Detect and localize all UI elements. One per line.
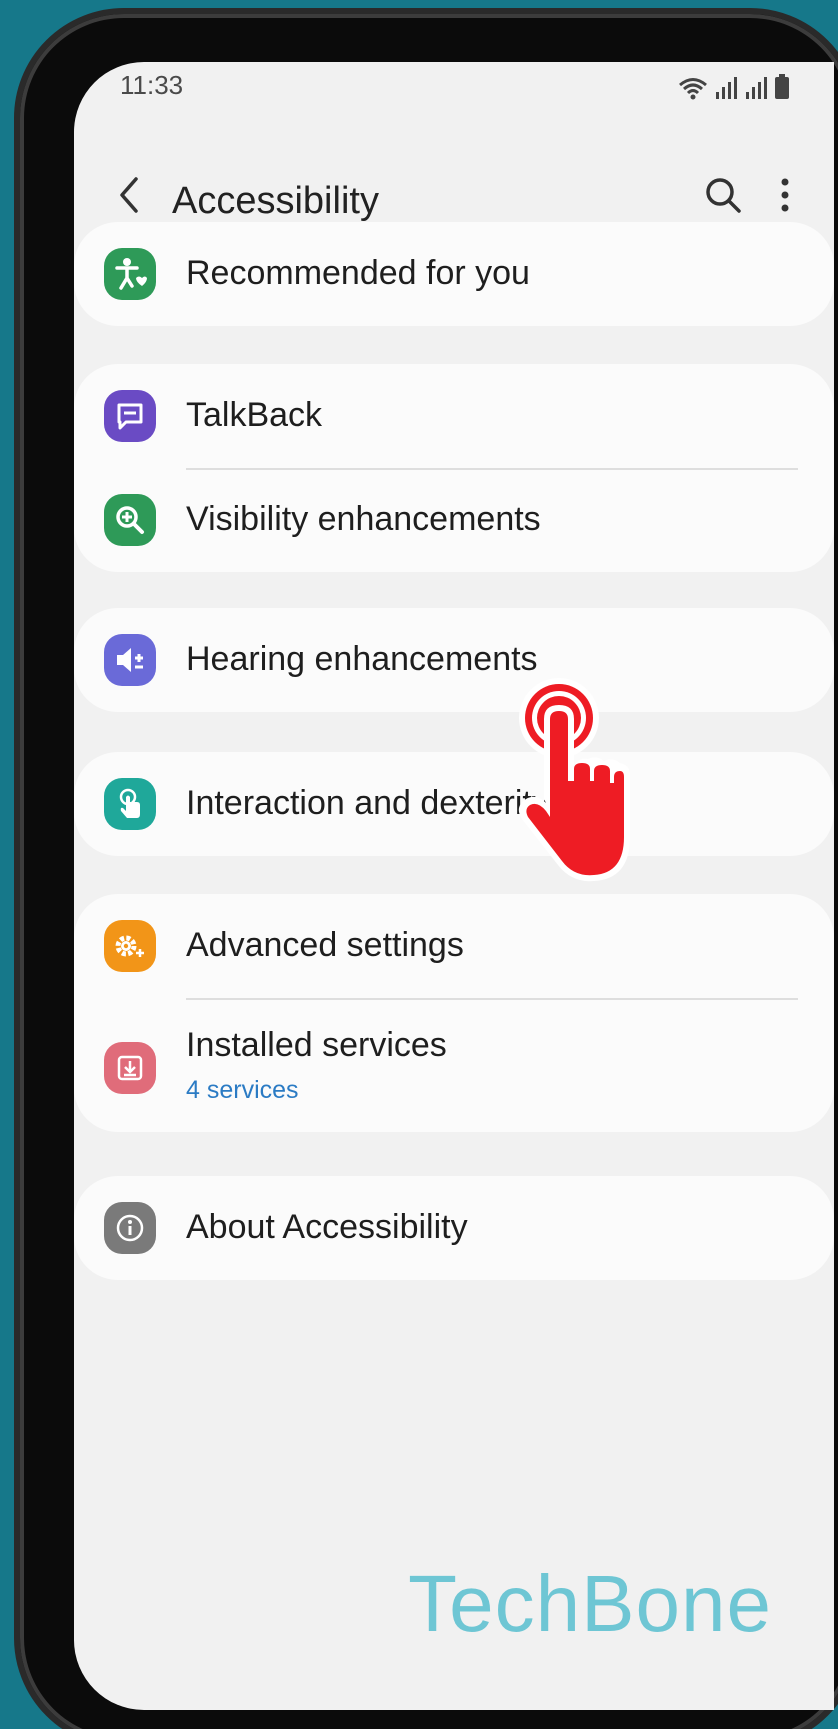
- accessibility-person-icon: [104, 248, 156, 300]
- chevron-left-icon: [120, 177, 138, 213]
- more-vertical-icon: [781, 178, 789, 212]
- card-hearing: Hearing enhancements: [74, 608, 834, 712]
- page-title: Accessibility: [172, 180, 379, 222]
- back-button[interactable]: [104, 170, 154, 220]
- list-item-hearing-enhancements[interactable]: Hearing enhancements: [74, 608, 834, 712]
- battery-icon: [775, 74, 789, 99]
- list-item-label: Recommended for you: [186, 254, 530, 292]
- watermark-text: TechBone: [408, 1559, 772, 1648]
- list-item-label: Visibility enhancements: [186, 500, 541, 538]
- list-item-about-accessibility[interactable]: About Accessibility: [74, 1176, 834, 1280]
- download-box-icon: [104, 1042, 156, 1094]
- status-bar: 11:33: [74, 62, 834, 114]
- list-item-installed-services[interactable]: Installed services 4 services: [74, 998, 834, 1132]
- wifi-icon: [679, 78, 707, 100]
- card-interaction: Interaction and dexterity: [74, 752, 834, 856]
- list-item-label: Installed services: [186, 1026, 447, 1064]
- more-options-button[interactable]: [760, 170, 810, 220]
- list-item-recommended-for-you[interactable]: Recommended for you: [74, 222, 834, 326]
- card-recommended: Recommended for you: [74, 222, 834, 326]
- status-time: 11:33: [120, 70, 184, 100]
- card-about: About Accessibility: [74, 1176, 834, 1280]
- list-item-sublabel: 4 services: [186, 1076, 299, 1104]
- phone-frame: 11:33 Accessibility Recommended for you …: [14, 8, 838, 1729]
- list-item-label: Interaction and dexterity: [186, 784, 549, 822]
- search-button[interactable]: [698, 170, 748, 220]
- list-item-label: Hearing enhancements: [186, 640, 538, 678]
- speaker-plus-icon: [104, 634, 156, 686]
- list-item-label: About Accessibility: [186, 1208, 468, 1246]
- list-item-advanced-settings[interactable]: Advanced settings: [74, 894, 834, 998]
- search-icon: [706, 178, 741, 213]
- talkback-bubble-icon: [104, 390, 156, 442]
- list-item-interaction-and-dexterity[interactable]: Interaction and dexterity: [74, 752, 834, 856]
- magnifier-plus-icon: [104, 494, 156, 546]
- list-item-label: Advanced settings: [186, 926, 464, 964]
- gear-plus-icon: [104, 920, 156, 972]
- list-item-visibility-enhancements[interactable]: Visibility enhancements: [74, 468, 834, 572]
- status-icons: [678, 70, 790, 100]
- touch-hand-icon: [104, 778, 156, 830]
- screen: 11:33 Accessibility Recommended for you …: [74, 62, 834, 1710]
- info-icon: [104, 1202, 156, 1254]
- signal-icon-1: [716, 77, 737, 99]
- signal-icon-2: [746, 77, 767, 99]
- card-advanced: Advanced settings Installed services 4 s…: [74, 894, 834, 1132]
- list-item-label: TalkBack: [186, 396, 323, 434]
- tap-indicator-hand-icon: [518, 678, 630, 882]
- list-item-talkback[interactable]: TalkBack: [74, 364, 834, 468]
- card-vision: TalkBack Visibility enhancements: [74, 364, 834, 572]
